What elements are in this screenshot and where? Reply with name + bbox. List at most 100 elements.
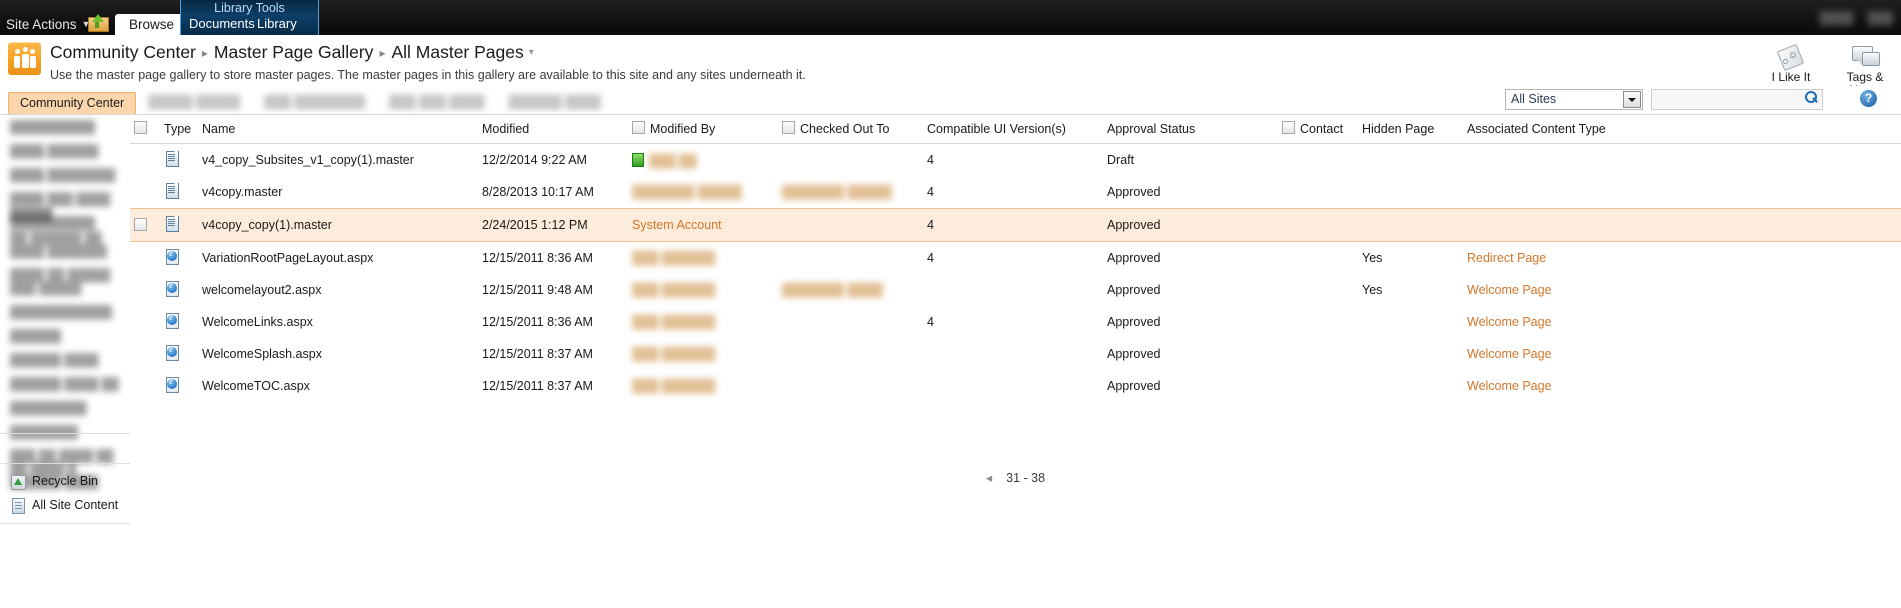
sidebar-item-library-2[interactable]: ████ ████████ xyxy=(10,169,124,182)
nav-tab-community-center[interactable]: Community Center xyxy=(8,92,137,114)
table-header: Type Name Modified Modified By Checked O… xyxy=(130,115,1901,144)
column-header-name[interactable]: Name xyxy=(198,115,478,144)
associated-content-type-link[interactable]: Welcome Page xyxy=(1467,379,1552,393)
breadcrumb-item-view[interactable]: All Master Pages xyxy=(391,42,523,62)
column-header-type[interactable]: Type xyxy=(160,115,198,144)
table-row[interactable]: v4copy.master 8/28/2013 10:17 AM ███████… xyxy=(130,176,1901,209)
row-name-cell[interactable]: v4copy_copy(1).master xyxy=(198,208,478,242)
tab-library[interactable]: Library xyxy=(257,16,297,31)
navigate-up-icon[interactable] xyxy=(88,14,109,32)
search-input[interactable] xyxy=(1651,89,1823,110)
row-modified-cell: 12/15/2011 8:36 AM xyxy=(482,251,593,265)
row-checked-out-to-cell xyxy=(778,370,923,402)
column-header-checked-out-to[interactable]: Checked Out To xyxy=(778,115,923,144)
associated-content-type-link[interactable]: Welcome Page xyxy=(1467,315,1552,329)
row-name-cell[interactable]: WelcomeLinks.aspx xyxy=(198,306,478,338)
row-name-cell[interactable]: v4copy.master xyxy=(198,176,478,209)
row-name-cell[interactable]: WelcomeTOC.aspx xyxy=(198,370,478,402)
row-compatible-ui-cell: 4 xyxy=(923,208,1103,242)
site-logo-icon[interactable] xyxy=(8,42,41,75)
row-modified-by-cell: ███ ██████ xyxy=(628,242,778,275)
sidebar-item-library-3[interactable]: ████ ███ ████ xyxy=(10,193,124,206)
breadcrumb: Community Center ▸ Master Page Gallery ▸ All… xyxy=(50,42,534,63)
aspx-page-icon xyxy=(164,248,179,265)
aspx-page-icon xyxy=(164,376,179,393)
column-header-associated-content-type[interactable]: Associated Content Type xyxy=(1463,115,1901,144)
sidebar-item-library-1[interactable]: ████ ██████ xyxy=(10,145,124,158)
table-row[interactable]: welcomelayout2.aspx 12/15/2011 9:48 AM █… xyxy=(130,274,1901,306)
table-row[interactable]: v4_copy_Subsites_v1_copy(1).master 12/2/… xyxy=(130,144,1901,177)
breadcrumb-item-site[interactable]: Community Center xyxy=(50,42,196,62)
column-header-compatible-ui[interactable]: Compatible UI Version(s) xyxy=(923,115,1103,144)
i-like-it-button[interactable]: ☺ I Like It xyxy=(1765,39,1817,84)
table-row[interactable]: VariationRootPageLayout.aspx 12/15/2011 … xyxy=(130,242,1901,275)
table-row[interactable]: WelcomeTOC.aspx 12/15/2011 8:37 AM ███ █… xyxy=(130,370,1901,402)
select-all-checkbox[interactable] xyxy=(134,121,147,134)
sidebar-item-list-6[interactable]: █████████ xyxy=(10,402,124,415)
row-checkbox-cell[interactable] xyxy=(130,306,160,338)
ribbon-user-menu[interactable]: ████ ███ xyxy=(1819,11,1893,25)
checked-out-to-checkbox[interactable] xyxy=(782,121,795,134)
breadcrumb-separator-icon: ▸ xyxy=(379,46,386,60)
sidebar-item-list-1[interactable]: ████ ██ █████ ███ █████ xyxy=(10,269,124,295)
row-modified-cell: 12/15/2011 9:48 AM xyxy=(482,283,593,297)
nav-tab-3[interactable]: ███ ███ ████ xyxy=(377,91,497,114)
column-header-hidden-page[interactable]: Hidden Page xyxy=(1358,115,1463,144)
tab-documents[interactable]: Documents xyxy=(189,16,255,31)
associated-content-type-link[interactable]: Welcome Page xyxy=(1467,283,1552,297)
row-name-cell[interactable]: v4_copy_Subsites_v1_copy(1).master xyxy=(198,144,478,177)
previous-page-icon[interactable]: ◂ xyxy=(986,470,992,485)
row-name-cell[interactable]: VariationRootPageLayout.aspx xyxy=(198,242,478,275)
help-icon[interactable]: ? xyxy=(1860,90,1877,107)
list-view: Type Name Modified Modified By Checked O… xyxy=(130,115,1901,608)
row-checkbox-cell[interactable] xyxy=(130,242,160,275)
column-header-modified[interactable]: Modified xyxy=(478,115,628,144)
sidebar-item-list-4[interactable]: ██████ ████ xyxy=(10,354,124,367)
row-name-cell[interactable]: WelcomeSplash.aspx xyxy=(198,338,478,370)
sidebar-item-list-0[interactable]: ██ ██████ ██ ████ ███████ xyxy=(10,232,124,258)
search-scope-select[interactable]: All Sites xyxy=(1505,89,1643,110)
row-checked-out-to-cell xyxy=(778,208,923,242)
row-checkbox-cell[interactable] xyxy=(130,370,160,402)
row-checkbox-cell[interactable] xyxy=(130,338,160,370)
modified-by-checkbox[interactable] xyxy=(632,121,645,134)
column-header-modified-by[interactable]: Modified By xyxy=(628,115,778,144)
row-name-cell[interactable]: welcomelayout2.aspx xyxy=(198,274,478,306)
sidebar-item-all-site-content[interactable]: All Site Content xyxy=(10,497,118,514)
sidebar-item-list-5[interactable]: ██████ ████ ██ xyxy=(10,378,124,391)
column-header-contact[interactable]: Contact xyxy=(1278,115,1358,144)
search-icon[interactable] xyxy=(1804,91,1819,106)
table-row[interactable]: WelcomeSplash.aspx 12/15/2011 8:37 AM ██… xyxy=(130,338,1901,370)
nav-tab-4[interactable]: ██████ ████ xyxy=(497,91,613,114)
site-actions-menu[interactable]: Site Actions ▼ xyxy=(6,17,90,32)
sidebar-item-recycle-bin[interactable]: Recycle Bin xyxy=(10,473,118,490)
chevron-down-icon[interactable] xyxy=(1623,91,1641,108)
aspx-page-icon xyxy=(164,280,179,297)
row-modified-by-cell: System Account xyxy=(628,208,778,242)
table-row[interactable]: v4copy_copy(1).master 2/24/2015 1:12 PM … xyxy=(130,208,1901,242)
sidebar-item-library-0[interactable]: ██████████ xyxy=(10,121,124,134)
sidebar-item-list-2[interactable]: ████████████ xyxy=(10,306,124,319)
row-checkbox[interactable] xyxy=(134,217,147,231)
row-approval-status-cell: Approved xyxy=(1107,251,1161,265)
column-select-all[interactable] xyxy=(130,115,160,144)
row-checkbox-cell[interactable] xyxy=(130,144,160,177)
associated-content-type-link[interactable]: Welcome Page xyxy=(1467,347,1552,361)
row-checkbox-cell[interactable] xyxy=(130,274,160,306)
row-modified-by-value[interactable]: System Account xyxy=(632,218,722,232)
row-checkbox-cell[interactable] xyxy=(130,208,160,242)
row-approval-status-cell: Approved xyxy=(1103,208,1278,242)
chevron-down-icon[interactable]: ▾ xyxy=(529,47,534,58)
ribbon-user-item-0: ████ xyxy=(1819,11,1854,25)
nav-tab-2[interactable]: ███ ████████ xyxy=(252,91,377,114)
associated-content-type-link[interactable]: Redirect Page xyxy=(1467,251,1546,265)
table-row[interactable]: WelcomeLinks.aspx 12/15/2011 8:36 AM ███… xyxy=(130,306,1901,338)
row-checkbox-cell[interactable] xyxy=(130,176,160,209)
contact-checkbox[interactable] xyxy=(1282,121,1295,134)
row-hidden-page-cell xyxy=(1358,306,1463,338)
column-header-approval-status[interactable]: Approval Status xyxy=(1103,115,1278,144)
sidebar-item-list-3[interactable]: ██████ xyxy=(10,330,124,343)
nav-tab-1[interactable]: █████ █████ xyxy=(136,91,252,114)
row-type-cell xyxy=(160,274,198,306)
breadcrumb-item-gallery[interactable]: Master Page Gallery xyxy=(214,42,374,62)
